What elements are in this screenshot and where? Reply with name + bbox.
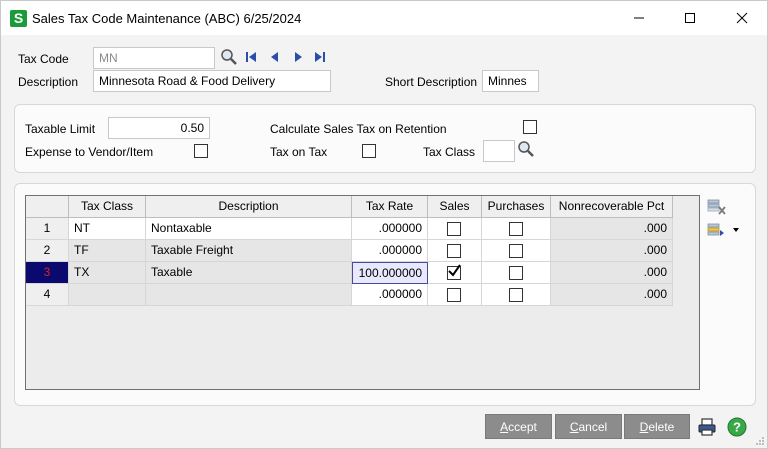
maximize-icon xyxy=(685,13,695,23)
column-header-tax-rate[interactable]: Tax Rate xyxy=(352,196,428,218)
tax-class-cell[interactable]: TX xyxy=(69,262,146,284)
first-record-icon[interactable] xyxy=(244,50,258,64)
sales-checkbox[interactable] xyxy=(447,222,461,236)
resize-grip-icon[interactable] xyxy=(755,436,765,446)
description-cell[interactable]: Taxable xyxy=(146,262,352,284)
tax-code-field[interactable]: MN xyxy=(93,47,215,69)
print-icon[interactable] xyxy=(697,417,717,437)
taxable-limit-label: Taxable Limit xyxy=(25,122,96,136)
taxable-limit-field[interactable]: 0.50 xyxy=(108,117,210,139)
column-header-nonrecoverable-pct[interactable]: Nonrecoverable Pct xyxy=(551,196,673,218)
nonrecoverable-cell: .000 xyxy=(551,262,673,284)
purchases-cell xyxy=(482,218,551,240)
purchases-checkbox[interactable] xyxy=(509,288,523,302)
svg-text:?: ? xyxy=(733,420,741,435)
accept-label: ccept xyxy=(508,420,537,434)
tax-class-cell[interactable]: NT xyxy=(69,218,146,240)
delete-label: elete xyxy=(648,420,675,434)
row-number[interactable]: 2 xyxy=(26,240,69,262)
sales-cell xyxy=(428,240,482,262)
tax-on-tax-checkbox[interactable] xyxy=(362,144,376,158)
tax-class-field[interactable] xyxy=(483,140,515,162)
delete-hotkey: D xyxy=(639,420,649,434)
sales-checkbox[interactable] xyxy=(447,244,461,258)
tax-class-cell[interactable] xyxy=(69,284,146,306)
column-header-purchases[interactable]: Purchases xyxy=(482,196,551,218)
row-number[interactable]: 4 xyxy=(26,284,69,306)
maximize-button[interactable] xyxy=(667,1,713,35)
delete-button[interactable]: Delete xyxy=(624,414,690,439)
purchases-checkbox[interactable] xyxy=(509,266,523,280)
tax-on-tax-label: Tax on Tax xyxy=(270,145,328,159)
nonrecoverable-cell: .000 xyxy=(551,284,673,306)
cancel-label: ancel xyxy=(578,420,608,434)
description-cell[interactable]: Taxable Freight xyxy=(146,240,352,262)
purchases-checkbox[interactable] xyxy=(509,222,523,236)
calc-on-retention-checkbox[interactable] xyxy=(523,120,537,134)
sales-cell xyxy=(428,218,482,240)
close-icon xyxy=(736,12,748,24)
nonrecoverable-cell: .000 xyxy=(551,218,673,240)
last-record-icon[interactable] xyxy=(313,50,327,64)
delete-row-icon[interactable] xyxy=(707,198,727,216)
previous-record-icon[interactable] xyxy=(268,50,282,64)
window-title: Sales Tax Code Maintenance (ABC) 6/25/20… xyxy=(32,11,302,26)
short-description-label: Short Description xyxy=(385,75,478,89)
sales-cell xyxy=(428,262,482,284)
purchases-cell xyxy=(482,262,551,284)
description-field[interactable]: Minnesota Road & Food Delivery xyxy=(93,70,331,92)
app-icon: S xyxy=(10,10,27,27)
tax-class-label: Tax Class xyxy=(423,145,476,159)
calc-on-retention-label: Calculate Sales Tax on Retention xyxy=(270,122,447,136)
tax-code-label: Tax Code xyxy=(18,52,69,66)
sales-checkbox-checked[interactable] xyxy=(447,264,461,280)
row-number[interactable]: 1 xyxy=(26,218,69,240)
description-cell[interactable] xyxy=(146,284,352,306)
tax-class-grid: Tax Class Description Tax Rate Sales Pur… xyxy=(25,195,700,390)
description-cell[interactable]: Nontaxable xyxy=(146,218,352,240)
next-record-icon[interactable] xyxy=(291,50,305,64)
lookup-icon[interactable] xyxy=(517,140,535,158)
lookup-icon[interactable] xyxy=(220,48,238,66)
insert-row-icon[interactable] xyxy=(707,222,727,240)
purchases-cell xyxy=(482,284,551,306)
sales-cell xyxy=(428,284,482,306)
accept-hotkey: A xyxy=(500,420,509,434)
column-header-sales[interactable]: Sales xyxy=(428,196,482,218)
tax-rate-cell[interactable]: .000000 xyxy=(352,218,428,240)
column-header-description[interactable]: Description xyxy=(146,196,352,218)
purchases-cell xyxy=(482,240,551,262)
sales-checkbox[interactable] xyxy=(447,288,461,302)
tax-rate-edit-cell[interactable]: 100.000000 xyxy=(352,262,428,284)
chevron-down-icon[interactable] xyxy=(732,227,740,233)
purchases-checkbox[interactable] xyxy=(509,244,523,258)
row-number[interactable]: 3 xyxy=(26,262,69,284)
close-button[interactable] xyxy=(719,1,765,35)
tax-rate-cell[interactable]: .000000 xyxy=(352,240,428,262)
help-icon[interactable]: ? xyxy=(726,416,748,438)
cancel-button[interactable]: Cancel xyxy=(555,414,622,439)
title-bar: S Sales Tax Code Maintenance (ABC) 6/25/… xyxy=(1,1,767,35)
checkmark-icon xyxy=(448,264,461,277)
corner-cell xyxy=(26,196,69,218)
minimize-button[interactable] xyxy=(616,1,662,35)
column-header-tax-class[interactable]: Tax Class xyxy=(69,196,146,218)
tax-rate-cell[interactable]: .000000 xyxy=(352,284,428,306)
minimize-icon xyxy=(634,17,644,19)
tax-class-cell[interactable]: TF xyxy=(69,240,146,262)
window: S Sales Tax Code Maintenance (ABC) 6/25/… xyxy=(0,0,768,449)
accept-button[interactable]: Accept xyxy=(485,414,552,439)
short-description-field[interactable]: Minnes xyxy=(482,70,539,92)
description-label: Description xyxy=(18,75,79,89)
expense-to-vendor-label: Expense to Vendor/Item xyxy=(25,145,154,159)
expense-to-vendor-checkbox[interactable] xyxy=(194,144,208,158)
nonrecoverable-cell: .000 xyxy=(551,240,673,262)
